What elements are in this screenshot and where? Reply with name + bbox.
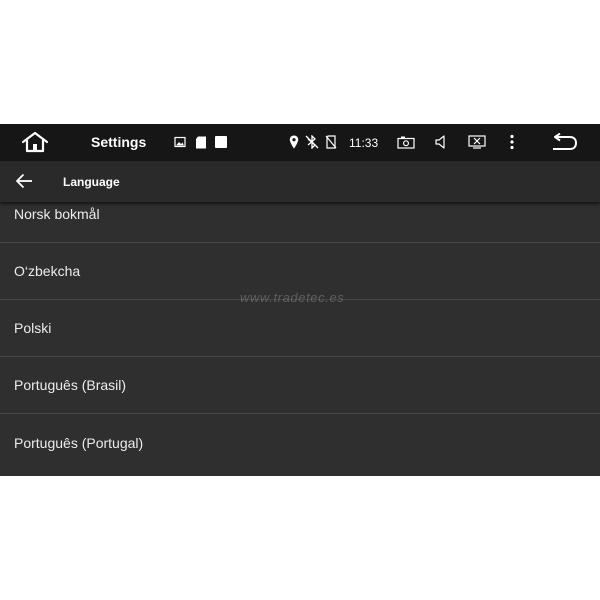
- back-arrow-icon[interactable]: [15, 173, 33, 189]
- location-icon: [289, 135, 299, 149]
- return-icon[interactable]: [550, 133, 578, 151]
- app-title: Settings: [91, 134, 147, 150]
- image-notification-icon: [174, 136, 186, 148]
- overflow-menu-icon[interactable]: [509, 134, 515, 150]
- language-label: Português (Brasil): [14, 377, 127, 393]
- status-bar: Settings 11:33: [0, 124, 600, 161]
- screenshot-icon[interactable]: [397, 136, 415, 149]
- square-notification-icon: [215, 136, 227, 148]
- close-app-icon[interactable]: [468, 135, 486, 149]
- android-screen: Settings 11:33 Language Norsk bokmål O‘z…: [0, 124, 600, 476]
- no-sim-icon: [325, 135, 337, 149]
- language-label: O‘zbekcha: [14, 263, 81, 279]
- settings-toolbar: Language: [0, 161, 600, 202]
- list-item-language[interactable]: Polski: [0, 300, 600, 357]
- language-list: Norsk bokmål O‘zbekcha Polski Português …: [0, 202, 600, 476]
- watermark: www.tradetec.es: [240, 290, 345, 305]
- language-label: Norsk bokmål: [14, 206, 100, 222]
- sd-card-icon: [196, 136, 206, 149]
- language-label: Português (Portugal): [14, 435, 144, 451]
- page-title: Language: [63, 175, 120, 189]
- list-item-language[interactable]: Português (Portugal): [0, 415, 600, 472]
- language-label: Polski: [14, 320, 52, 336]
- list-item-language[interactable]: Português (Brasil): [0, 357, 600, 414]
- volume-icon[interactable]: [435, 135, 447, 149]
- home-icon[interactable]: [20, 130, 50, 154]
- bluetooth-off-icon: [305, 135, 319, 149]
- clock: 11:33: [349, 136, 379, 150]
- list-item-language[interactable]: Norsk bokmål: [0, 202, 600, 243]
